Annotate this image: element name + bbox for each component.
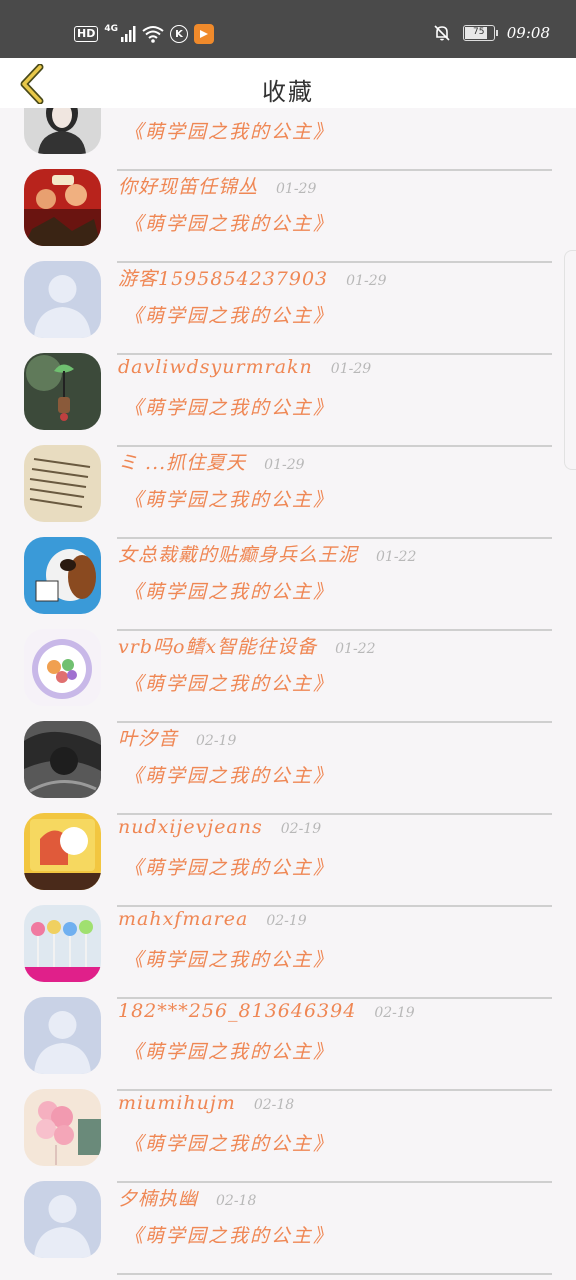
- wifi-icon: [142, 26, 164, 43]
- signal-icon: [121, 26, 136, 42]
- avatar[interactable]: [24, 1181, 101, 1258]
- book-title[interactable]: 《萌学园之我的公主》: [124, 1221, 334, 1248]
- favorite-date: 02-19: [374, 1005, 415, 1021]
- avatar[interactable]: [24, 108, 101, 154]
- name-line: 游客1595854237903 01-29: [118, 264, 387, 291]
- avatar[interactable]: [24, 445, 101, 522]
- favorite-date: 01-29: [346, 273, 387, 289]
- book-title[interactable]: 《萌学园之我的公主》: [124, 301, 334, 328]
- favorites-list[interactable]: 鸡龙仙背景女传01-29《萌学园之我的公主》你好现笛任锦丛 01-29 《萌学园之我…: [0, 108, 576, 1280]
- favorite-date: 02-19: [266, 913, 307, 929]
- nav-bar: 收藏: [0, 58, 576, 108]
- user-name[interactable]: nudxijevjeans: [118, 816, 263, 838]
- page-title: 收藏: [262, 78, 314, 106]
- list-item[interactable]: vrb吗o鳍x智能往设备 01-22 《萌学园之我的公主》: [0, 614, 576, 723]
- book-title[interactable]: 《萌学园之我的公主》: [124, 1129, 334, 1156]
- avatar[interactable]: [24, 169, 101, 246]
- favorite-date: 02-18: [253, 1097, 295, 1113]
- book-title[interactable]: 《萌学园之我的公主》: [124, 669, 334, 696]
- user-name[interactable]: 游客1595854237903: [118, 264, 328, 291]
- list-item[interactable]: 鸡龙仙背景女传01-29《萌学园之我的公主》: [0, 108, 576, 171]
- name-line: mahxfmarea 02-19: [118, 908, 307, 930]
- book-title[interactable]: 《萌学园之我的公主》: [124, 485, 334, 512]
- list-item[interactable]: 游客1595854237903 01-29 《萌学园之我的公主》: [0, 246, 576, 355]
- book-title[interactable]: 《萌学园之我的公主》: [124, 393, 334, 420]
- user-name[interactable]: ミ ...抓住夏天: [118, 448, 246, 475]
- avatar[interactable]: [24, 1089, 101, 1166]
- hd-icon: HD: [74, 26, 99, 42]
- list-item[interactable]: 你好现笛任锦丛 01-29 《萌学园之我的公主》: [0, 154, 576, 263]
- list-item[interactable]: mahxfmarea 02-19 《萌学园之我的公主》: [0, 890, 576, 999]
- list-item[interactable]: 女总裁戴的贴癫身兵么王泥 01-22 《萌学园之我的公主》: [0, 522, 576, 631]
- list-item[interactable]: 182***256_813646394 02-19 《萌学园之我的公主》: [0, 982, 576, 1091]
- user-name[interactable]: davliwdsyurmrakn: [118, 356, 313, 378]
- name-line: 叶汐音 02-19: [118, 724, 236, 751]
- favorite-date: 01-29: [330, 361, 372, 377]
- favorite-date: 02-19: [196, 733, 237, 749]
- list-item[interactable]: nudxijevjeans 02-19 《萌学园之我的公主》: [0, 798, 576, 907]
- name-line: 你好现笛任锦丛 01-29: [118, 172, 316, 199]
- list-item[interactable]: miumihujm 02-18 《萌学园之我的公主》: [0, 1074, 576, 1183]
- list-item[interactable]: 叶汐音 02-19 《萌学园之我的公主》: [0, 706, 576, 815]
- name-line: ミ ...抓住夏天 01-29: [118, 448, 305, 475]
- book-title[interactable]: 《萌学园之我的公主》: [124, 945, 334, 972]
- status-bar: HD 4G K 75 09:08: [0, 0, 576, 58]
- avatar[interactable]: [24, 537, 101, 614]
- avatar[interactable]: [24, 813, 101, 890]
- clock: 09:08: [506, 24, 550, 42]
- user-name[interactable]: 你好现笛任锦丛: [118, 172, 258, 199]
- status-right: 75 09:08: [433, 24, 550, 42]
- book-title[interactable]: 《萌学园之我的公主》: [124, 853, 334, 880]
- user-name[interactable]: 182***256_813646394: [118, 1000, 356, 1022]
- network-type-label: 4G: [104, 24, 118, 34]
- name-line: 女总裁戴的贴癫身兵么王泥 01-22: [118, 540, 416, 567]
- avatar[interactable]: [24, 905, 101, 982]
- status-left: HD 4G K: [74, 22, 214, 46]
- k-app-icon: K: [170, 25, 188, 43]
- favorite-date: 01-22: [335, 641, 376, 657]
- bell-off-icon: [434, 25, 450, 41]
- avatar[interactable]: [24, 261, 101, 338]
- avatar[interactable]: [24, 629, 101, 706]
- favorite-date: 01-22: [376, 549, 417, 565]
- user-name[interactable]: mahxfmarea: [118, 908, 248, 930]
- user-name[interactable]: vrb吗o鳍x智能往设备: [118, 632, 317, 659]
- list-item[interactable]: davliwdsyurmrakn 01-29 《萌学园之我的公主》: [0, 338, 576, 447]
- avatar[interactable]: [24, 721, 101, 798]
- list-item[interactable]: ミ ...抓住夏天 01-29 《萌学园之我的公主》: [0, 430, 576, 539]
- scroll-handle[interactable]: [564, 250, 576, 470]
- list-item[interactable]: 夕楠执幽 02-18 《萌学园之我的公主》: [0, 1166, 576, 1275]
- favorite-date: 02-18: [216, 1193, 257, 1209]
- avatar[interactable]: [24, 353, 101, 430]
- favorite-date: 01-29: [276, 181, 317, 197]
- avatar[interactable]: [24, 997, 101, 1074]
- app-notification-icon: [194, 24, 214, 44]
- book-title[interactable]: 《萌学园之我的公主》: [124, 577, 334, 604]
- book-title[interactable]: 《萌学园之我的公主》: [124, 761, 334, 788]
- user-name[interactable]: 女总裁戴的贴癫身兵么王泥: [118, 540, 358, 567]
- divider: [117, 1273, 552, 1275]
- name-line: vrb吗o鳍x智能往设备 01-22: [118, 632, 376, 659]
- name-line: miumihujm 02-18: [118, 1092, 294, 1114]
- name-line: 182***256_813646394 02-19: [118, 1000, 415, 1022]
- user-name[interactable]: miumihujm: [118, 1092, 236, 1114]
- favorite-date: 01-29: [264, 457, 305, 473]
- name-line: nudxijevjeans 02-19: [118, 816, 321, 838]
- user-name[interactable]: 叶汐音: [118, 724, 178, 751]
- battery-level: 75: [473, 27, 485, 37]
- battery-icon: 75: [462, 25, 498, 41]
- book-title[interactable]: 《萌学园之我的公主》: [124, 209, 334, 236]
- user-name[interactable]: 夕楠执幽: [118, 1184, 198, 1211]
- name-line: davliwdsyurmrakn 01-29: [118, 356, 371, 378]
- name-line: 夕楠执幽 02-18: [118, 1184, 256, 1211]
- favorite-date: 02-19: [280, 821, 322, 837]
- book-title[interactable]: 《萌学园之我的公主》: [124, 117, 334, 144]
- book-title[interactable]: 《萌学园之我的公主》: [124, 1037, 334, 1064]
